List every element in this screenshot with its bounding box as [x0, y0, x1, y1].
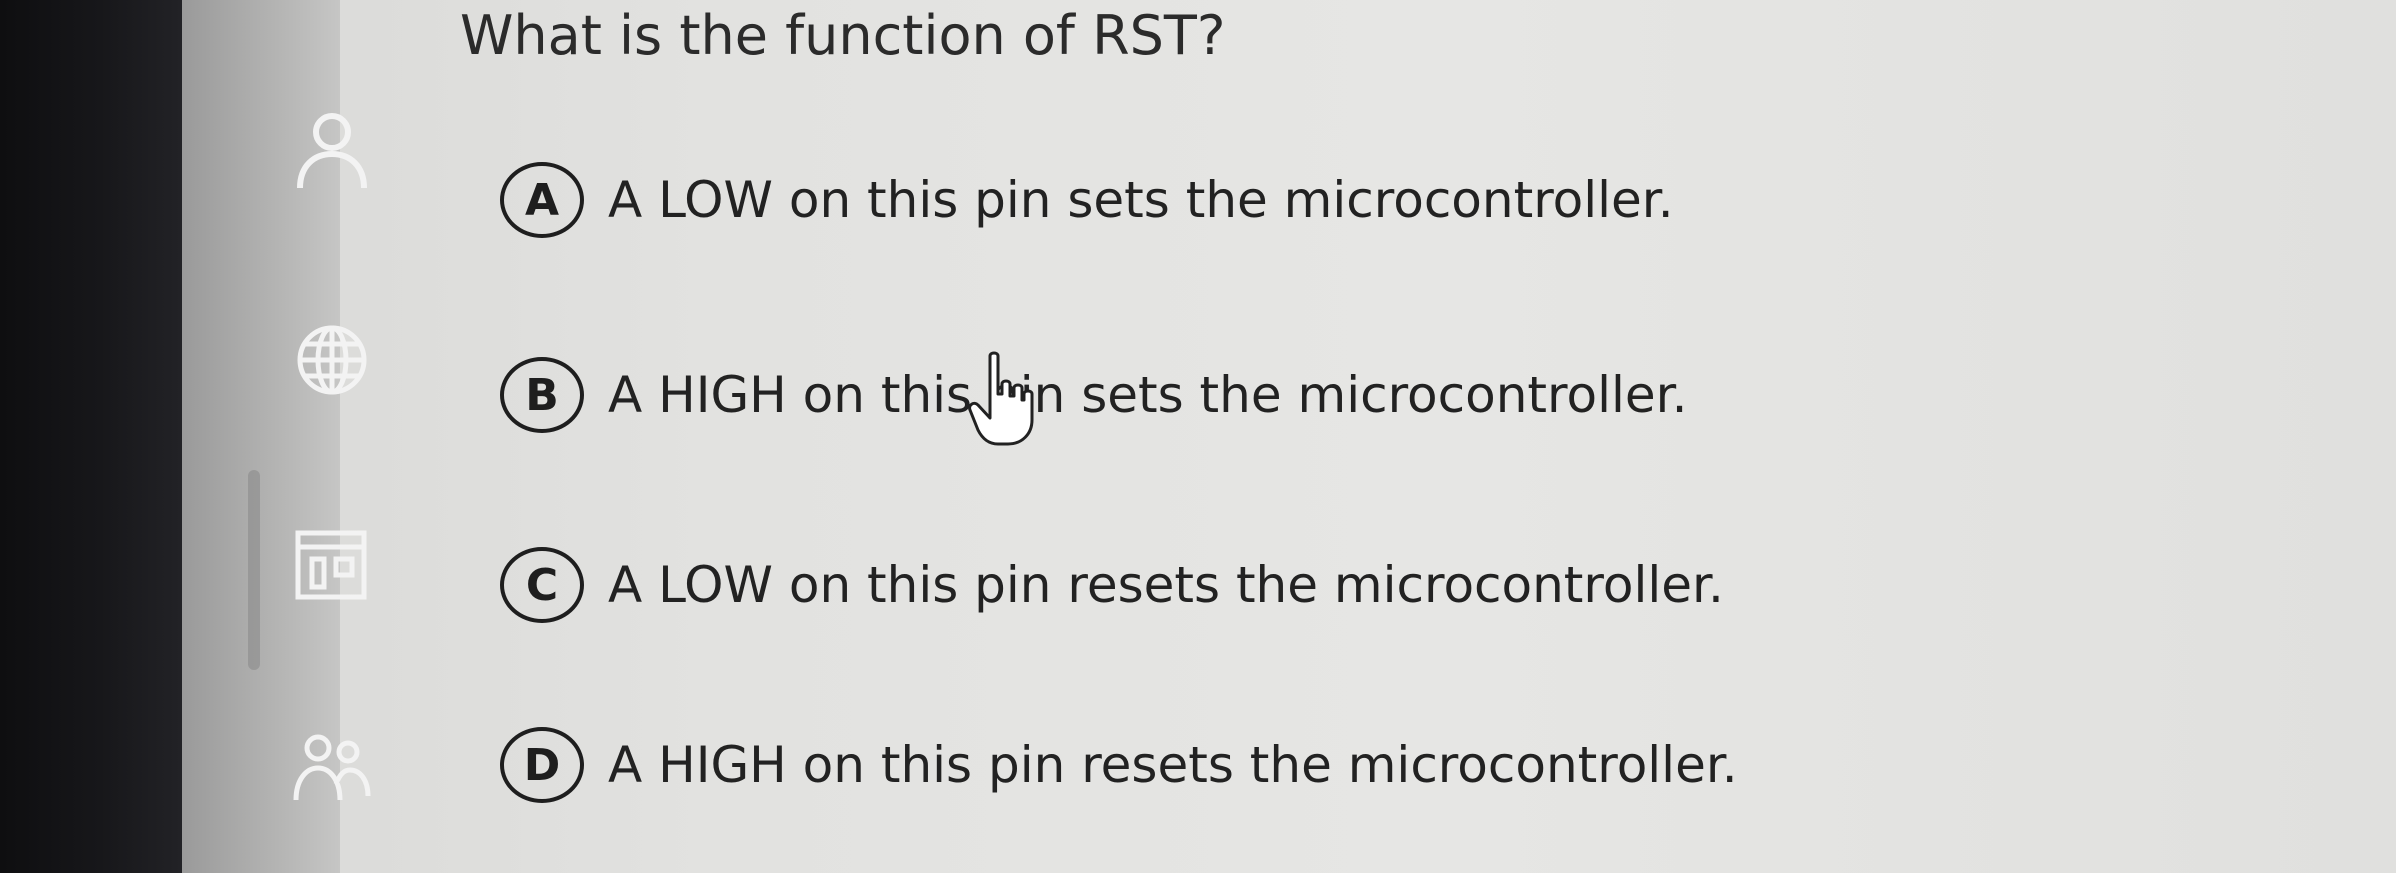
option-d-text: A HIGH on this pin resets the microcontr… — [608, 736, 1738, 794]
sidebar — [182, 0, 371, 873]
sidebar-scrollbar[interactable] — [248, 470, 260, 670]
option-c-text: A LOW on this pin resets the microcontro… — [608, 556, 1724, 614]
option-c[interactable]: C A LOW on this pin resets the microcont… — [500, 545, 1724, 625]
question-text: What is the function of RST? — [460, 4, 1226, 67]
device-bezel — [0, 0, 182, 873]
option-c-letter: C — [500, 547, 584, 623]
option-b-text: A HIGH on this pin sets the microcontrol… — [608, 366, 1688, 424]
quiz-content: What is the function of RST? A A LOW on … — [340, 0, 2396, 873]
hand-pointer-icon — [968, 350, 1034, 446]
option-a[interactable]: A A LOW on this pin sets the microcontro… — [500, 160, 1674, 240]
option-d[interactable]: D A HIGH on this pin resets the microcon… — [500, 725, 1738, 805]
option-a-letter: A — [500, 162, 584, 238]
screen: What is the function of RST? A A LOW on … — [0, 0, 2396, 873]
option-b-letter: B — [500, 357, 584, 433]
option-a-text: A LOW on this pin sets the microcontroll… — [608, 171, 1674, 229]
option-d-letter: D — [500, 727, 584, 803]
option-b[interactable]: B A HIGH on this pin sets the microcontr… — [500, 355, 1687, 435]
